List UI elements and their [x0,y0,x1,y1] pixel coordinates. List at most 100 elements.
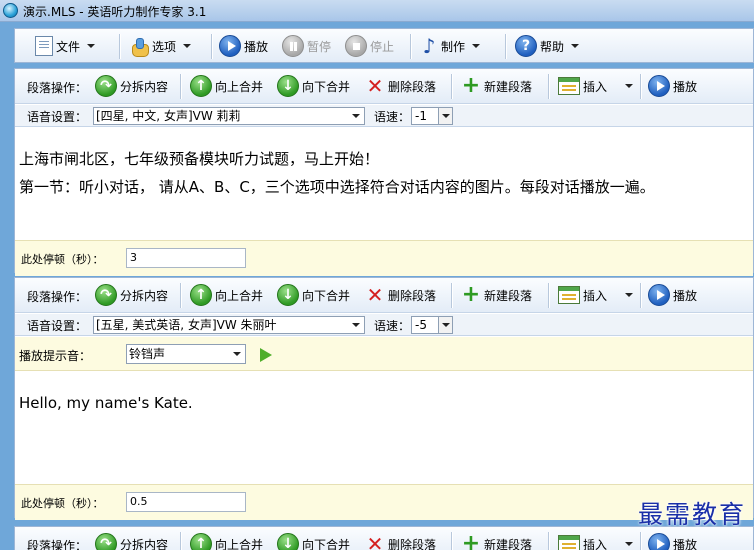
chevron-down-icon [472,44,481,48]
options-menu-button[interactable]: 选项 [129,34,192,58]
play-tone-icon[interactable] [260,348,272,362]
toolbar-divider [211,34,212,59]
text-line: 上海市闸北区，七年级预备模块听力试题，马上开始！ [19,150,380,168]
pause-icon [282,35,304,57]
toolbar-divider [451,74,452,99]
app-globe-icon [3,3,18,18]
insert-icon [558,535,580,550]
new-paragraph-button[interactable]: + 新建段落 [461,283,532,307]
close-icon: ✕ [366,283,384,307]
insert-menu-button[interactable]: 插入 [558,74,634,98]
arrow-down-icon: ↓ [277,75,299,97]
music-note-icon: ♪ [422,34,436,58]
chevron-down-icon [571,44,580,48]
voice-select[interactable]: [四星, 中文, 女声]VW 莉莉 [93,107,365,125]
help-menu-button[interactable]: ? 帮助 [515,34,580,58]
chevron-down-icon [625,84,634,88]
paragraph-block: 段落操作： ↷ 分拆内容 ↑ 向上合并 ↓ 向下合并 ✕ 删除段落 + 新建段落… [14,277,754,520]
toolbar-divider [548,74,549,99]
arrow-up-icon: ↑ [190,284,212,306]
voice-settings-row: 语音设置： [五星, 美式英语, 女声]VW 朱丽叶 语速： -5 [15,314,753,336]
help-icon: ? [515,35,537,57]
toolbar-divider [180,283,181,308]
text-line: 第一节：听小对话， 请从A、B、C，三个选项中选择符合对话内容的图片。每段对话播… [19,178,655,196]
delete-paragraph-button[interactable]: ✕ 删除段落 [365,74,436,98]
toolbar-divider [640,532,641,550]
paragraph-play-button[interactable]: 播放 [648,74,697,98]
insert-menu-button[interactable]: 插入 [558,532,634,550]
watermark: 最需教育 [637,500,746,529]
toolbar-divider [548,283,549,308]
play-icon [219,35,241,57]
stop-icon [345,35,367,57]
pause-row: 此处停顿（秒）： 3 [15,240,753,276]
text-line: Hello, my name's Kate. [19,394,193,412]
chevron-down-icon [352,114,360,118]
paragraph-ops-bar: 段落操作： ↷ 分拆内容 ↑ 向上合并 ↓ 向下合并 ✕ 删除段落 + 新建段落… [15,278,753,313]
play-icon [648,284,670,306]
merge-up-button[interactable]: ↑ 向上合并 [190,283,263,307]
insert-icon [558,286,580,304]
chevron-down-icon [87,44,96,48]
plus-icon: + [461,282,481,307]
pause-seconds-input[interactable]: 3 [126,248,246,268]
toolbar-divider [505,34,506,59]
toolbar-divider [640,74,641,99]
options-icon [129,36,149,57]
make-menu-button[interactable]: ♪ 制作 [420,34,481,58]
pause-button[interactable]: 暂停 [282,34,331,58]
arrow-down-icon: ↓ [277,533,299,550]
insert-icon [558,77,580,95]
chevron-down-icon [183,44,192,48]
stop-button[interactable]: 停止 [345,34,394,58]
toolbar-divider [410,34,411,59]
play-button[interactable]: 播放 [219,34,268,58]
chevron-down-icon [352,323,360,327]
pause-seconds-input[interactable]: 0.5 [126,492,246,512]
new-paragraph-button[interactable]: + 新建段落 [461,532,532,550]
paragraph-play-button[interactable]: 播放 [648,532,697,550]
prompt-tone-select[interactable]: 铃铛声 [126,344,246,364]
plus-icon: + [461,531,481,550]
document-icon [35,36,53,56]
merge-up-button[interactable]: ↑ 向上合并 [190,74,263,98]
new-paragraph-button[interactable]: + 新建段落 [461,74,532,98]
toolbar-divider [180,74,181,99]
main-toolbar: 文件 选项 播放 暂停 停止 ♪ 制作 ? 帮助 [14,28,754,63]
arrow-up-icon: ↑ [190,75,212,97]
close-icon: ✕ [366,74,384,98]
split-content-button[interactable]: ↷ 分拆内容 [95,283,168,307]
split-content-button[interactable]: ↷ 分拆内容 [95,532,168,550]
merge-down-button[interactable]: ↓ 向下合并 [277,532,350,550]
paragraph-text-editor[interactable]: 上海市闸北区，七年级预备模块听力试题，马上开始！ 第一节：听小对话， 请从A、B… [15,145,753,237]
voice-select[interactable]: [五星, 美式英语, 女声]VW 朱丽叶 [93,316,365,334]
toolbar-divider [451,283,452,308]
file-menu-button[interactable]: 文件 [35,34,96,58]
plus-icon: + [461,73,481,98]
merge-down-button[interactable]: ↓ 向下合并 [277,74,350,98]
merge-down-button[interactable]: ↓ 向下合并 [277,283,350,307]
chevron-down-icon [625,542,634,546]
paragraph-text-editor[interactable]: Hello, my name's Kate. [15,389,753,483]
paragraph-ops-bar: 段落操作： ↷ 分拆内容 ↑ 向上合并 ↓ 向下合并 ✕ 删除段落 + 新建段落… [15,69,753,104]
speed-select[interactable]: -1 [411,107,453,125]
delete-paragraph-button[interactable]: ✕ 删除段落 [365,283,436,307]
merge-up-button[interactable]: ↑ 向上合并 [190,532,263,550]
chevron-down-icon [438,108,452,124]
split-icon: ↷ [95,284,117,306]
voice-settings-row: 语音设置： [四星, 中文, 女声]VW 莉莉 语速： -1 [15,105,753,127]
speed-select[interactable]: -5 [411,316,453,334]
arrow-up-icon: ↑ [190,533,212,550]
split-content-button[interactable]: ↷ 分拆内容 [95,74,168,98]
arrow-down-icon: ↓ [277,284,299,306]
toolbar-divider [180,532,181,550]
toolbar-divider [119,34,120,59]
toolbar-divider [640,283,641,308]
paragraph-play-button[interactable]: 播放 [648,283,697,307]
delete-paragraph-button[interactable]: ✕ 删除段落 [365,532,436,550]
close-icon: ✕ [366,532,384,550]
prompt-tone-row: 播放提示音： 铃铛声 [15,337,753,371]
insert-menu-button[interactable]: 插入 [558,283,634,307]
play-icon [648,533,670,550]
split-icon: ↷ [95,533,117,550]
